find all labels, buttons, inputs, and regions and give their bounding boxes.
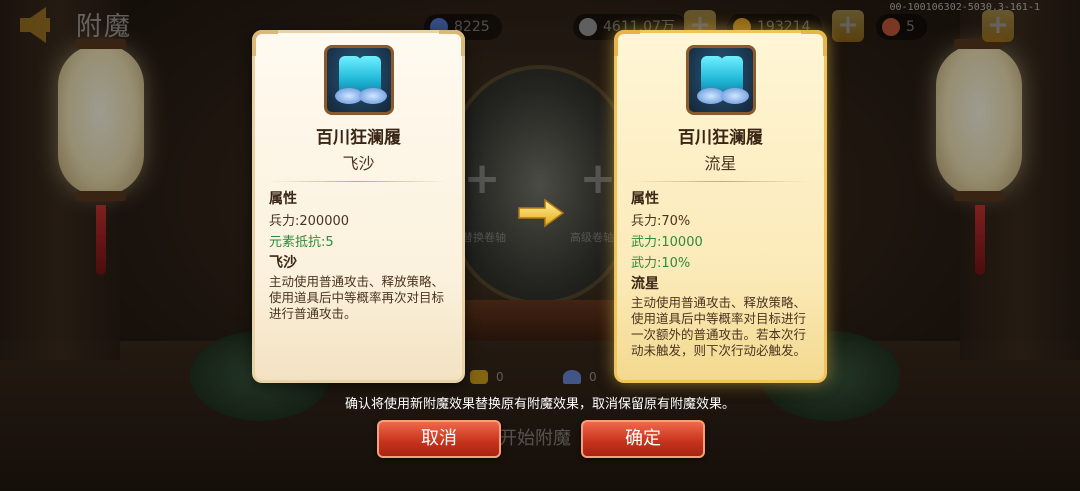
enchant-name: 飞沙 bbox=[342, 154, 375, 173]
divider bbox=[269, 181, 448, 182]
effect-title: 流星 bbox=[631, 276, 659, 292]
stat-line: 武力:10% bbox=[631, 256, 691, 271]
attributes-label: 属性 bbox=[269, 191, 297, 207]
divider bbox=[631, 181, 810, 182]
item-icon-boots bbox=[323, 45, 394, 115]
effect-description: 主动使用普通攻击、释放策略、使用道具后中等概率再次对目标进行普通攻击。 bbox=[269, 274, 445, 321]
effect-description: 主动使用普通攻击、释放策略、使用道具后中等概率对目标进行一次额外的普通攻击。若本… bbox=[631, 295, 807, 358]
stat-line: 元素抵抗:5 bbox=[269, 235, 334, 250]
effect-title: 飞沙 bbox=[269, 255, 297, 271]
confirm-button[interactable]: 确定 bbox=[581, 420, 705, 458]
new-enchant-card: 百川狂澜履 流星 属性 兵力:70% 武力:10000 武力:10% 流星 主动… bbox=[614, 30, 827, 383]
stat-line: 武力:10000 bbox=[631, 235, 703, 250]
stat-line: 兵力:70% bbox=[631, 214, 691, 229]
cancel-button[interactable]: 取消 bbox=[377, 420, 501, 458]
confirm-message: 确认将使用新附魔效果替换原有附魔效果，取消保留原有附魔效果。 bbox=[344, 397, 735, 412]
attributes-label: 属性 bbox=[631, 191, 659, 207]
current-enchant-card: 百川狂澜履 飞沙 属性 兵力:200000 元素抵抗:5 飞沙 主动使用普通攻击… bbox=[252, 30, 465, 383]
stat-line: 兵力:200000 bbox=[269, 214, 350, 229]
item-icon-boots bbox=[685, 45, 756, 115]
modal-overlay bbox=[0, 0, 1080, 491]
item-name: 百川狂澜履 bbox=[678, 128, 763, 148]
item-name: 百川狂澜履 bbox=[316, 128, 401, 148]
arrow-right-icon bbox=[518, 198, 565, 228]
enchant-name: 流星 bbox=[704, 154, 737, 173]
